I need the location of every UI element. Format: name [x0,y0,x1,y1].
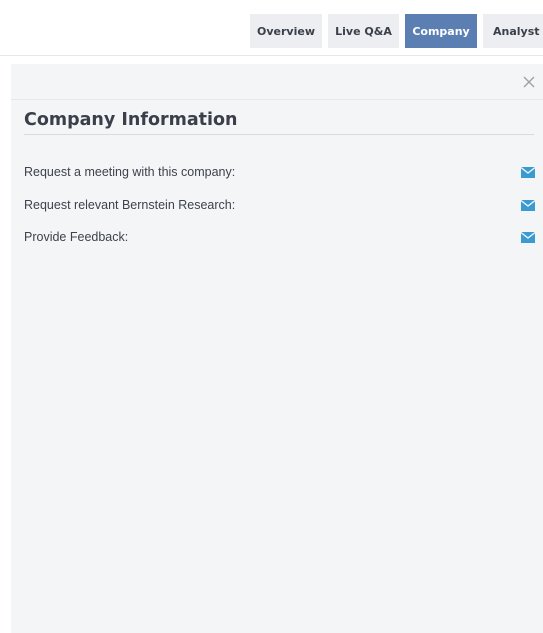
mail-icon[interactable] [521,199,535,211]
tab-bar: Overview Live Q&A Company Analyst [250,14,543,48]
tab-live-qa[interactable]: Live Q&A [328,14,399,48]
tab-analyst[interactable]: Analyst [483,14,543,48]
mail-icon[interactable] [521,231,535,243]
company-info-panel: Company Information Request a meeting wi… [11,64,543,633]
request-meeting-row: Request a meeting with this company: [24,162,535,182]
mail-icon[interactable] [521,166,535,178]
title-divider [24,134,534,135]
provide-feedback-label: Provide Feedback: [24,230,129,244]
panel-title: Company Information [24,110,238,130]
top-nav-bar: Overview Live Q&A Company Analyst [0,0,543,56]
tab-overview[interactable]: Overview [250,14,322,48]
provide-feedback-row: Provide Feedback: [24,227,535,247]
request-research-label: Request relevant Bernstein Research: [24,198,236,212]
panel-header [11,64,543,100]
request-meeting-label: Request a meeting with this company: [24,165,236,179]
request-research-row: Request relevant Bernstein Research: [24,195,535,215]
close-icon[interactable] [521,74,537,90]
tab-company[interactable]: Company [405,14,477,48]
